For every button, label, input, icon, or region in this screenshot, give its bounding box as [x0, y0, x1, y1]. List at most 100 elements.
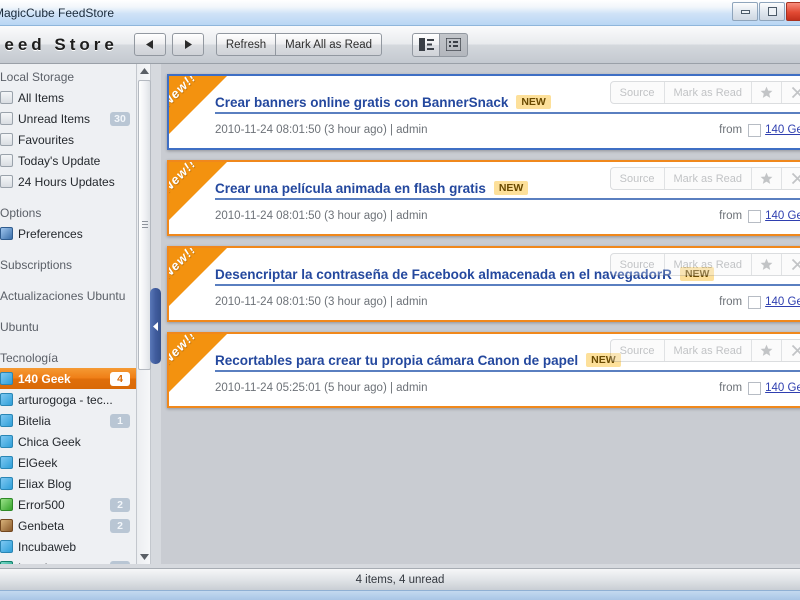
feed-source-link[interactable]: 140 Geek [765, 382, 800, 394]
sidebar-item-eliax-blog[interactable]: Eliax Blog [0, 473, 136, 494]
sidebar-item-all-items[interactable]: All Items [0, 87, 136, 108]
feed-item-card[interactable]: New!! Crear banners online gratis con Ban… [167, 74, 800, 150]
scroll-down-button[interactable] [137, 550, 152, 564]
sidebar-item-elgeek[interactable]: ElGeek [0, 452, 136, 473]
sidebar-item-140-geek[interactable]: 140 Geek 4 [0, 368, 136, 389]
feed-item-title[interactable]: Crear banners online gratis con BannerSn… [215, 95, 508, 110]
sidebar-collapse-handle[interactable] [150, 288, 161, 364]
sidebar-item-label: arturogoga - tec... [18, 392, 113, 407]
delete-button[interactable] [782, 82, 800, 103]
from-label: from [719, 296, 743, 308]
feed-item-meta: 2010-11-24 08:01:50 (3 hour ago) | admin… [215, 206, 800, 226]
feed-item-body: Recortables para crear tu propia cámara … [215, 334, 800, 406]
feed-favicon-placeholder [748, 381, 762, 395]
list-view-button[interactable] [440, 32, 469, 57]
sidebar-item-chica-geek[interactable]: Chica Geek [0, 431, 136, 452]
close-button[interactable] [786, 2, 800, 21]
mark-as-read-button[interactable]: Mark as Read [665, 340, 752, 361]
from-label: from [719, 382, 743, 394]
mark-as-read-button[interactable]: Mark as Read [665, 254, 752, 275]
source-button[interactable]: Source [611, 254, 665, 275]
sidebar-item-loogic-com[interactable]: Loogic.com1 [0, 557, 136, 564]
delete-button[interactable] [782, 340, 800, 361]
mark-as-read-button[interactable]: Mark as Read [665, 82, 752, 103]
sidebar-item-bitelia[interactable]: Bitelia 1 [0, 410, 136, 431]
sidebar-item-24-hours-updates[interactable]: 24 Hours Updates [0, 171, 136, 192]
sidebar-scrollbar[interactable] [136, 64, 151, 564]
source-button[interactable]: Source [611, 82, 665, 103]
close-icon [791, 344, 800, 357]
feed-item-list[interactable]: New!! Crear banners online gratis con Ban… [161, 64, 800, 564]
feed-item-card[interactable]: New!! Recortables para crear tu propia cá… [167, 332, 800, 408]
sidebar-item-label: Eliax Blog [18, 476, 72, 491]
feed-item-title[interactable]: Recortables para crear tu propia cámara … [215, 353, 578, 368]
sidebar-item-arturogoga-tec[interactable]: arturogoga - tec... [0, 389, 136, 410]
maximize-button[interactable] [759, 2, 785, 21]
sidebar-item-label: Unread Items [18, 111, 91, 126]
minimize-button[interactable] [732, 2, 758, 21]
source-button[interactable]: Source [611, 168, 665, 189]
sidebar-item-error500[interactable]: Error500 2 [0, 494, 136, 515]
mark-as-read-button[interactable]: Mark as Read [665, 168, 752, 189]
chevron-up-icon [140, 68, 149, 74]
sidebar-item-label: Genbeta [18, 518, 65, 533]
star-icon [760, 172, 773, 184]
document-icon [0, 154, 13, 167]
star-icon [760, 86, 773, 98]
sidebar-item-today-s-update[interactable]: Today's Update [0, 150, 136, 171]
feed-item-date: 2010-11-24 08:01:50 (3 hour ago) | admin [215, 124, 428, 136]
window-controls [731, 2, 800, 21]
feed-item-actions: Source Mark as Read [609, 253, 800, 276]
back-button[interactable] [133, 33, 166, 56]
feed-favicon-placeholder [748, 209, 762, 223]
sidebar-item-badge: 1 [110, 560, 130, 564]
sidebar-heading: Options [0, 206, 42, 220]
delete-button[interactable] [782, 168, 800, 189]
feed-favicon-placeholder [748, 295, 762, 309]
sidebar-item-incubaweb[interactable]: Incubaweb [0, 536, 136, 557]
refresh-button[interactable]: Refresh [215, 33, 277, 56]
detail-view-button[interactable] [412, 32, 441, 57]
maximize-icon [767, 7, 777, 16]
status-text: 4 items, 4 unread [355, 573, 445, 586]
favourite-button[interactable] [752, 82, 782, 103]
sidebar-item-badge: 1 [110, 413, 130, 428]
sidebar-item-badge: 30 [110, 111, 130, 126]
sidebar-list: Local Storage All Items Unread Items 30 Favo… [0, 64, 136, 564]
feed-icon [0, 435, 13, 448]
delete-button[interactable] [782, 254, 800, 275]
favourite-button[interactable] [752, 340, 782, 361]
feed-icon [0, 519, 13, 532]
sidebar-item-label: 140 Geek [18, 371, 71, 386]
back-arrow-icon [145, 40, 153, 49]
from-label: from [719, 210, 743, 222]
feed-source-link[interactable]: 140 Geek [765, 124, 800, 136]
feed-item-card[interactable]: New!! Desencriptar la contraseña de Faceb… [167, 246, 800, 322]
sidebar-item-favourites[interactable]: Favourites [0, 129, 136, 150]
sidebar-item-unread-items[interactable]: Unread Items 30 [0, 108, 136, 129]
favourite-button[interactable] [752, 168, 782, 189]
favourite-button[interactable] [752, 254, 782, 275]
feed-source-link[interactable]: 140 Geek [765, 296, 800, 308]
feed-item-card[interactable]: New!! Crear una película animada en flash… [167, 160, 800, 236]
sidebar-item-badge: 4 [110, 371, 130, 386]
feed-item-meta: 2010-11-24 08:01:50 (3 hour ago) | admin… [215, 120, 800, 140]
source-button[interactable]: Source [611, 340, 665, 361]
sidebar-heading: Ubuntu [0, 320, 39, 334]
sidebar-item-preferences[interactable]: Preferences [0, 223, 136, 244]
feed-item-title[interactable]: Desencriptar la contraseña de Facebook a… [215, 267, 672, 282]
document-icon [0, 112, 13, 125]
sidebar-heading: Subscriptions [0, 258, 73, 272]
scroll-up-button[interactable] [137, 64, 152, 78]
from-label: from [719, 124, 743, 136]
mark-all-as-read-button[interactable]: Mark All as Read [276, 33, 383, 56]
feed-source-link[interactable]: 140 Geek [765, 210, 800, 222]
sidebar-item-genbeta[interactable]: Genbeta 2 [0, 515, 136, 536]
sidebar[interactable]: Local Storage All Items Unread Items 30 Favo… [0, 64, 136, 564]
feed-item-title[interactable]: Crear una película animada en flash grat… [215, 181, 486, 196]
forward-button[interactable] [171, 33, 204, 56]
sidebar-item-label: Favourites [18, 132, 75, 147]
sidebar-heading: Tecnología [0, 351, 59, 365]
chevron-left-icon [152, 321, 158, 331]
